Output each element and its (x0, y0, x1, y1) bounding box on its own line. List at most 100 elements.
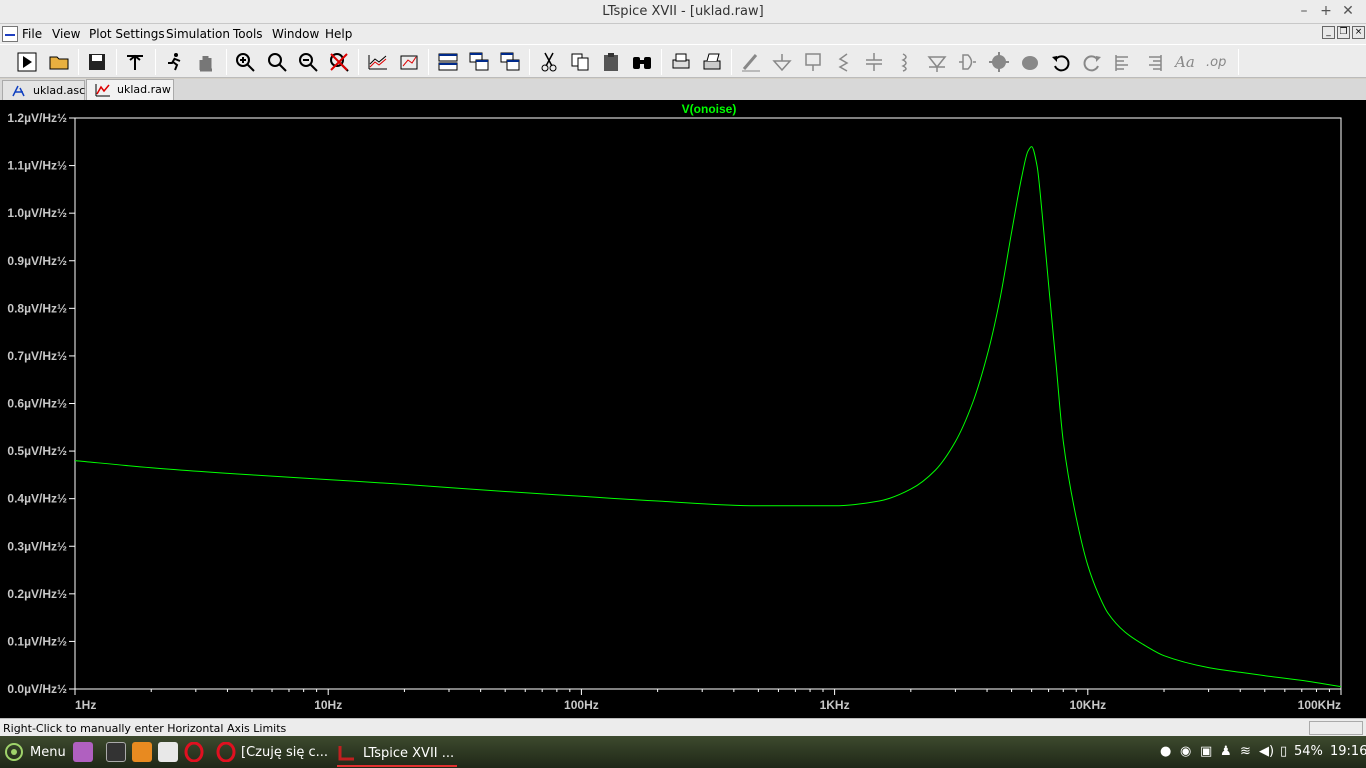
notes-icon[interactable]: ▣ (1200, 744, 1212, 759)
launcher-mail[interactable] (158, 741, 178, 763)
zoom-area-icon[interactable] (265, 50, 289, 74)
close-button[interactable]: ✕ (1338, 3, 1358, 21)
control-panel-icon[interactable] (123, 50, 147, 74)
tile-horizontal-icon[interactable] (436, 50, 460, 74)
y-tick-label: 0.6µV/Hz½ (7, 397, 67, 411)
tab-uklad-raw[interactable]: uklad.raw (86, 79, 174, 100)
tab-uklad-asc[interactable]: uklad.asc (2, 80, 85, 100)
x-tick-label: 100KHz (1298, 698, 1341, 712)
label-icon[interactable] (801, 50, 825, 74)
capacitor-icon[interactable] (862, 50, 886, 74)
window-label: LTspice XVII ... (363, 745, 455, 761)
y-tick-label: 0.7µV/Hz½ (7, 349, 67, 363)
find-icon[interactable] (630, 50, 654, 74)
ground-icon[interactable] (770, 50, 794, 74)
y-tick-label: 0.1µV/Hz½ (7, 634, 67, 648)
x-axis[interactable]: 1Hz 10Hz 100Hz 1KHz 10KHz 100KHz (74, 689, 1342, 712)
drag-icon[interactable] (1018, 50, 1042, 74)
ltspice-icon (338, 746, 354, 761)
inductor-icon[interactable] (893, 50, 917, 74)
wifi-icon[interactable]: ≋ (1240, 744, 1251, 759)
volume-icon[interactable]: ◀) (1259, 744, 1274, 759)
mint-menu-icon (5, 743, 23, 761)
minimize-button[interactable]: – (1294, 3, 1314, 21)
menu-tools[interactable]: Tools (233, 27, 263, 41)
zoom-fit-icon[interactable] (327, 50, 351, 74)
diode-icon[interactable] (925, 50, 949, 74)
x-tick-label: 100Hz (564, 698, 599, 712)
print-icon[interactable] (700, 50, 724, 74)
mdi-close-button[interactable]: × (1352, 26, 1365, 39)
cut-icon[interactable] (537, 50, 561, 74)
y-axis[interactable]: 0.0µV/Hz½ 0.1µV/Hz½ 0.2µV/Hz½ 0.3µV/Hz½ 0.4µ… (7, 111, 75, 696)
mdi-restore-button[interactable]: ❐ (1337, 26, 1350, 39)
app-menu-icon[interactable] (2, 26, 18, 42)
y-tick-label: 0.5µV/Hz½ (7, 444, 67, 458)
cascade-icon[interactable] (467, 50, 491, 74)
mirror-icon[interactable] (1142, 50, 1166, 74)
mail-icon (158, 742, 178, 762)
tile-vertical-icon[interactable] (498, 50, 522, 74)
launcher-opera[interactable] (184, 741, 204, 763)
wire-icon[interactable] (739, 50, 763, 74)
svg-text:Aa: Aa (1174, 53, 1195, 71)
y-tick-label: 1.0µV/Hz½ (7, 206, 67, 220)
document-tabs: uklad.asc uklad.raw (0, 79, 1366, 100)
status-pane (1309, 721, 1363, 735)
print-preview-icon[interactable] (669, 50, 693, 74)
status-bar: Right-Click to manually enter Horizontal… (0, 718, 1366, 736)
trace-v-onoise[interactable] (74, 146, 1342, 688)
paste-icon[interactable] (599, 50, 623, 74)
resistor-icon[interactable] (832, 50, 856, 74)
taskbar-window-opera[interactable]: [Czuję się c... (216, 741, 332, 763)
menu-view[interactable]: View (52, 27, 80, 41)
autorange-icon[interactable] (366, 50, 390, 74)
battery-icon[interactable]: ▯ (1280, 744, 1287, 759)
maximize-button[interactable]: + (1316, 3, 1336, 21)
text-icon[interactable]: Aa (1173, 50, 1197, 74)
menu-simulation[interactable]: Simulation (166, 27, 230, 41)
taskbar-window-ltspice[interactable]: LTspice XVII ... (337, 741, 457, 767)
spice-directive-icon[interactable]: .op (1204, 50, 1228, 74)
open-icon[interactable] (47, 50, 71, 74)
halt-icon[interactable] (162, 50, 186, 74)
user-icon[interactable]: ♟ (1220, 744, 1232, 759)
pan-icon[interactable] (194, 50, 218, 74)
rotate-icon[interactable] (1111, 50, 1135, 74)
toolbar: Aa .op (0, 44, 1366, 78)
launcher-terminal[interactable] (106, 741, 126, 763)
component-icon[interactable] (955, 50, 979, 74)
clock[interactable]: 19:16 (1330, 744, 1366, 759)
y-tick-label: 1.2µV/Hz½ (7, 111, 67, 125)
start-menu-button[interactable]: Menu (4, 741, 66, 763)
y-tick-label: 0.4µV/Hz½ (7, 492, 67, 506)
x-tick-label: 10Hz (314, 698, 342, 712)
menu-file[interactable]: File (22, 27, 42, 41)
trace-title[interactable]: V(onoise) (682, 102, 737, 116)
bluetooth-icon[interactable]: ● (1160, 744, 1171, 759)
run-icon[interactable] (15, 50, 39, 74)
zoom-out-icon[interactable] (296, 50, 320, 74)
menu-window[interactable]: Window (272, 27, 319, 41)
menu-plot-settings[interactable]: Plot Settings (89, 27, 165, 41)
noise-plot[interactable]: V(onoise) 0.0µV/Hz½ 0.1µV/Hz½ 0.2µV/Hz½ 0.3… (0, 100, 1366, 718)
title-bar: LTspice XVII - [uklad.raw] – + ✕ (0, 0, 1366, 24)
location-icon[interactable]: ◉ (1180, 744, 1191, 759)
opera-icon (216, 742, 236, 762)
plot-pane[interactable]: V(onoise) 0.0µV/Hz½ 0.1µV/Hz½ 0.2µV/Hz½ 0.3… (0, 100, 1366, 718)
menu-help[interactable]: Help (325, 27, 352, 41)
zoom-in-icon[interactable] (233, 50, 257, 74)
add-trace-icon[interactable] (397, 50, 421, 74)
tab-label: uklad.asc (33, 84, 86, 97)
launcher-1[interactable] (73, 741, 93, 763)
undo-icon[interactable] (1049, 50, 1073, 74)
status-message: Right-Click to manually enter Horizontal… (3, 722, 287, 735)
launcher-files[interactable] (132, 741, 152, 763)
copy-icon[interactable] (568, 50, 592, 74)
x-tick-label: 1KHz (820, 698, 850, 712)
save-icon[interactable] (85, 50, 109, 74)
window-title: LTspice XVII - [uklad.raw] (602, 4, 764, 19)
mdi-minimize-button[interactable]: _ (1322, 26, 1335, 39)
move-icon[interactable] (987, 50, 1011, 74)
redo-icon[interactable] (1080, 50, 1104, 74)
